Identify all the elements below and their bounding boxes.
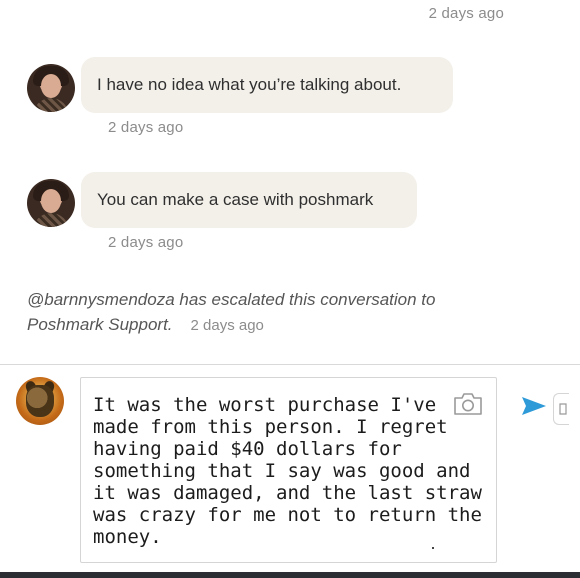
send-icon[interactable] — [521, 395, 547, 417]
seller-avatar[interactable] — [27, 179, 75, 227]
message-timestamp: 2 days ago — [428, 5, 504, 22]
clipped-notice: …………………………………… — [27, 356, 265, 364]
message-bubble: I have no idea what you’re talking about… — [81, 57, 453, 113]
message-input[interactable]: It was the worst purchase I've made from… — [80, 377, 497, 563]
camera-icon[interactable] — [452, 391, 484, 417]
system-notice: @barnnysmendoza has escalated this conve… — [27, 287, 507, 338]
message-timestamp: 2 days ago — [108, 234, 184, 251]
seller-avatar[interactable] — [27, 64, 75, 112]
system-nav-bar — [0, 572, 580, 578]
attachment-icon[interactable] — [553, 393, 569, 425]
message-composer: It was the worst purchase I've made from… — [0, 364, 580, 574]
message-thread[interactable]: 2 days ago I have no idea what you’re ta… — [0, 0, 580, 364]
text-cursor — [432, 547, 434, 549]
message-timestamp: 2 days ago — [108, 119, 184, 136]
notice-timestamp: 2 days ago — [190, 317, 264, 334]
message-text: You can make a case with poshmark — [97, 190, 374, 209]
user-avatar[interactable] — [16, 377, 64, 425]
message-text: I have no idea what you’re talking about… — [97, 75, 402, 94]
message-bubble: You can make a case with poshmark — [81, 172, 417, 228]
